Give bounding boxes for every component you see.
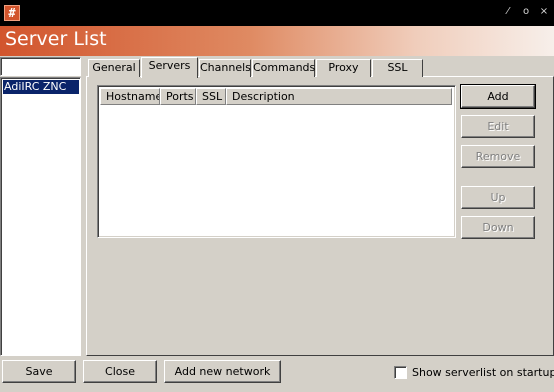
tab-channels[interactable]: Channels [199,59,251,77]
network-list[interactable]: AdiIRC ZNC [0,77,81,356]
tab-proxy[interactable]: Proxy [316,59,371,77]
add-new-network-button[interactable]: Add new network [164,360,281,383]
tab-commands[interactable]: Commands [252,59,315,77]
show-on-startup-label: Show serverlist on startup [412,366,554,379]
network-filter-input[interactable] [0,57,81,76]
column-header-ports[interactable]: Ports [160,88,196,105]
list-item-network[interactable]: AdiIRC ZNC [3,80,79,94]
move-down-button[interactable]: Down [461,216,535,239]
servers-table[interactable]: Hostname Ports SSL Description [97,85,456,238]
move-up-button[interactable]: Up [461,186,535,209]
page-title: Server List [5,28,107,50]
close-button[interactable]: × [536,5,552,19]
column-header-description[interactable]: Description [226,88,452,105]
app-icon: # [4,5,20,21]
column-header-ssl[interactable]: SSL [196,88,226,105]
tab-ssl[interactable]: SSL [372,59,423,77]
tab-strip: General Servers Channels Commands Proxy … [88,57,488,78]
close-dialog-button[interactable]: Close [83,360,157,383]
show-on-startup-checkbox[interactable] [394,366,407,379]
maximize-button[interactable]: o [518,5,534,19]
minimize-button[interactable]: ⁄ [500,5,516,19]
save-button[interactable]: Save [2,360,76,383]
remove-server-button[interactable]: Remove [461,145,535,168]
tab-servers[interactable]: Servers [141,57,198,78]
add-server-button[interactable]: Add [460,84,536,109]
edit-server-button[interactable]: Edit [461,115,535,138]
header-banner: Server List [0,26,554,56]
column-header-hostname[interactable]: Hostname [100,88,160,105]
title-bar: # ⁄ o × [0,0,554,26]
tab-general[interactable]: General [88,59,140,77]
